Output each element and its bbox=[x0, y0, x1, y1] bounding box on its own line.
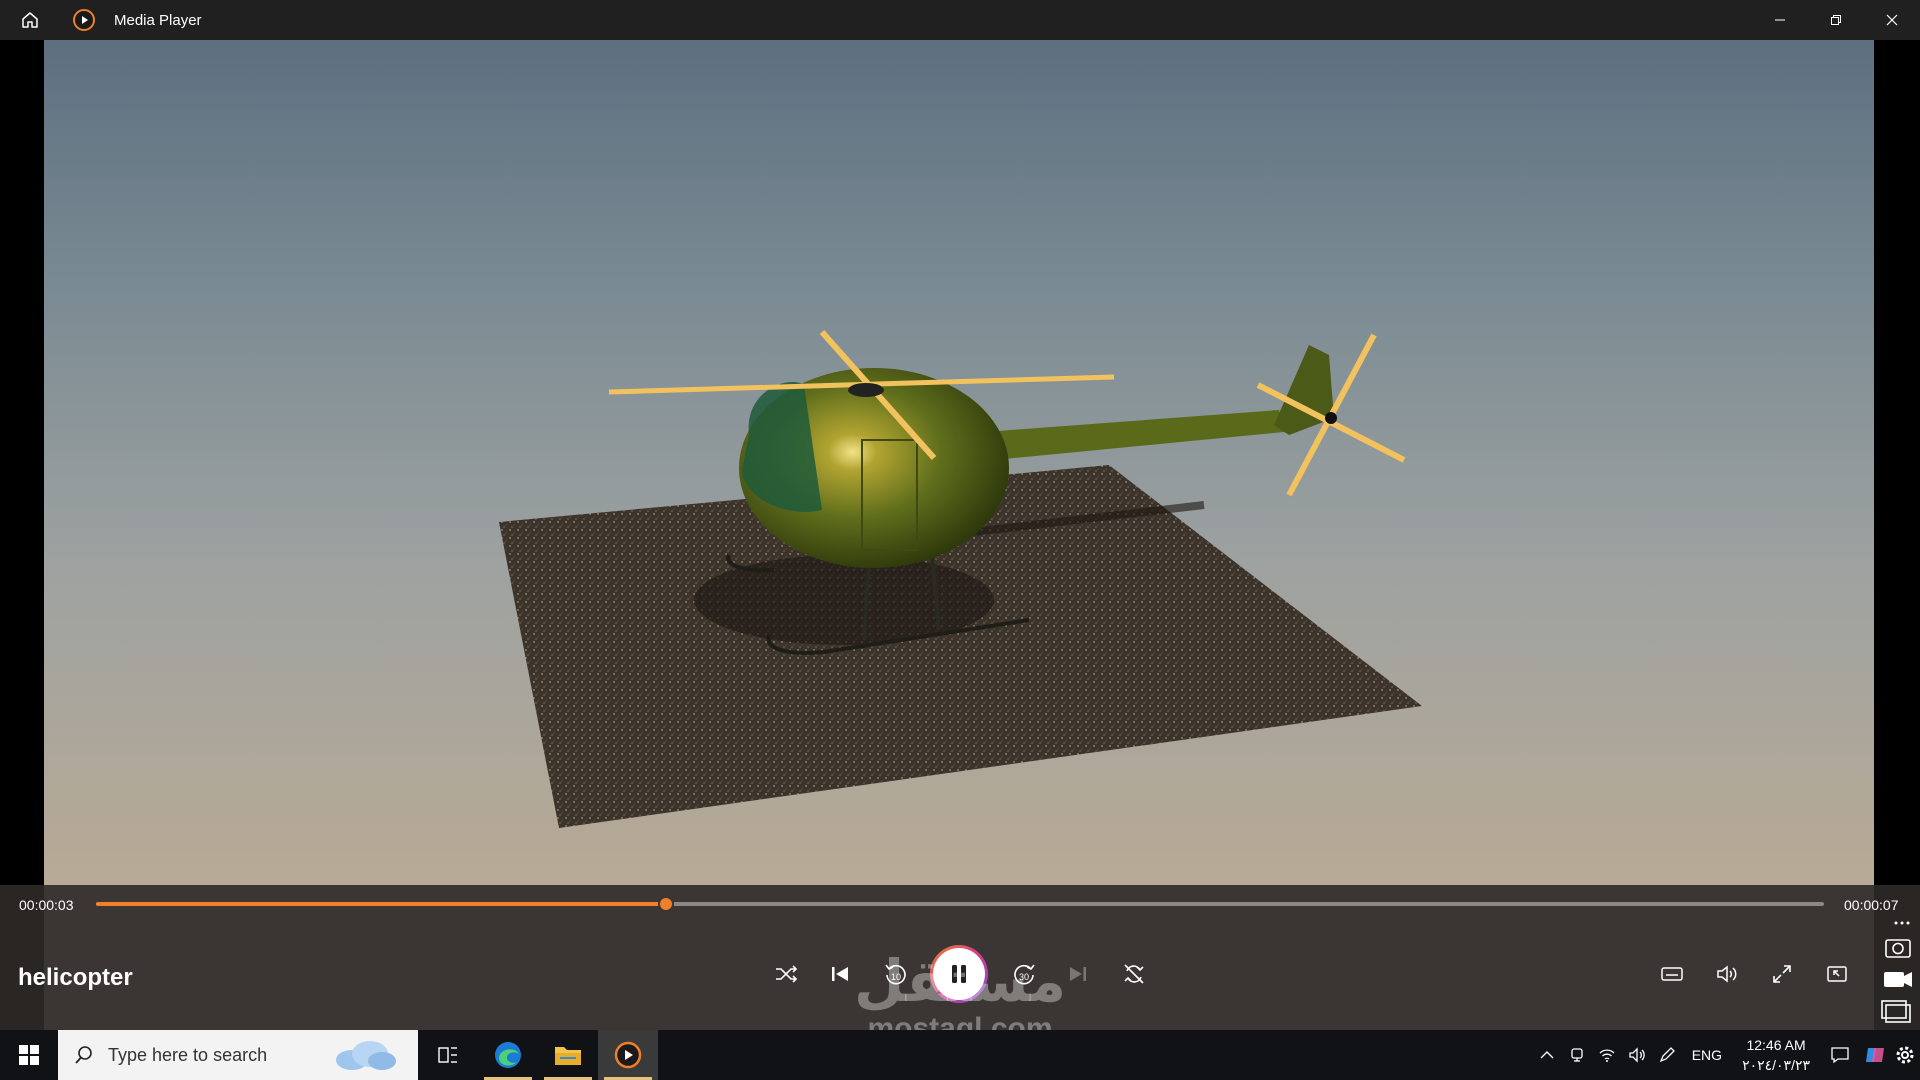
close-button[interactable] bbox=[1864, 0, 1920, 40]
media-title: helicopter bbox=[18, 964, 133, 991]
speaker-icon bbox=[1629, 1047, 1645, 1063]
video-frame[interactable] bbox=[44, 40, 1874, 885]
seek-bar[interactable] bbox=[96, 896, 1824, 912]
pen-button[interactable] bbox=[1652, 1030, 1682, 1080]
fullscreen-icon bbox=[1773, 965, 1791, 983]
media-player-window: Media Player 00:00:03 00:00:07 helicopte… bbox=[0, 0, 1920, 1045]
minimize-icon bbox=[1775, 19, 1785, 21]
meet-now-button[interactable] bbox=[1562, 1030, 1592, 1080]
taskbar: Type here to search ENG 12:46 AM ٢٠٢٤/٠٣… bbox=[0, 1030, 1920, 1080]
cloud-icon bbox=[336, 1041, 396, 1070]
search-placeholder: Type here to search bbox=[108, 1044, 268, 1065]
taskbar-file-explorer[interactable] bbox=[538, 1030, 598, 1080]
more-icon[interactable] bbox=[1894, 921, 1910, 925]
volume-button[interactable] bbox=[1705, 952, 1749, 996]
helicopter-scene-image bbox=[499, 330, 1422, 828]
repeat-button[interactable] bbox=[1112, 952, 1156, 996]
search-icon bbox=[75, 1046, 92, 1064]
start-button[interactable] bbox=[0, 1030, 58, 1080]
close-icon bbox=[1886, 14, 1898, 26]
capture-toolbar bbox=[1874, 910, 1920, 1030]
captions-icon bbox=[1661, 967, 1683, 981]
copilot-icon bbox=[1866, 1048, 1884, 1062]
copilot-button[interactable] bbox=[1860, 1030, 1890, 1080]
media-player-icon bbox=[614, 1041, 642, 1069]
captions-button[interactable] bbox=[1650, 952, 1694, 996]
shuffle-icon bbox=[776, 965, 798, 983]
windows-icon[interactable] bbox=[1881, 1000, 1911, 1023]
notifications-button[interactable] bbox=[1820, 1030, 1860, 1080]
seek-progress bbox=[96, 902, 667, 906]
mini-player-icon bbox=[1827, 966, 1847, 982]
current-time: 00:00:03 bbox=[19, 897, 74, 913]
pen-icon bbox=[1659, 1047, 1675, 1063]
webcam-icon bbox=[1571, 1048, 1583, 1062]
camera-icon[interactable] bbox=[1885, 939, 1911, 958]
folder-icon bbox=[555, 1047, 581, 1065]
volume-icon bbox=[1717, 965, 1737, 983]
task-view-icon bbox=[438, 1047, 457, 1063]
home-button[interactable] bbox=[0, 0, 60, 40]
volume-tray-button[interactable] bbox=[1622, 1030, 1652, 1080]
clock[interactable]: 12:46 AM ٢٠٢٤/٠٣/٢٣ bbox=[1732, 1035, 1820, 1075]
repeat-off-icon bbox=[1124, 964, 1144, 984]
app-icon bbox=[64, 0, 104, 40]
input-language[interactable]: ENG bbox=[1682, 1047, 1732, 1063]
task-view-button[interactable] bbox=[418, 1030, 478, 1080]
wifi-icon bbox=[1599, 1049, 1615, 1062]
clock-date: ٢٠٢٤/٠٣/٢٣ bbox=[1742, 1057, 1810, 1073]
notification-icon bbox=[1831, 1047, 1849, 1064]
gear-icon bbox=[1896, 1046, 1914, 1064]
taskbar-search[interactable]: Type here to search bbox=[58, 1030, 418, 1080]
minimize-button[interactable] bbox=[1752, 0, 1808, 40]
chevron-up-icon bbox=[1540, 1051, 1554, 1059]
restore-button[interactable] bbox=[1808, 0, 1864, 40]
edge-icon bbox=[495, 1042, 521, 1068]
mini-player-button[interactable] bbox=[1815, 952, 1859, 996]
video-camera-icon[interactable] bbox=[1884, 972, 1912, 987]
network-button[interactable] bbox=[1592, 1030, 1622, 1080]
taskbar-edge[interactable] bbox=[478, 1030, 538, 1080]
fullscreen-button[interactable] bbox=[1760, 952, 1804, 996]
title-bar: Media Player bbox=[0, 0, 1920, 40]
window-title: Media Player bbox=[114, 11, 202, 29]
clock-time: 12:46 AM bbox=[1746, 1037, 1806, 1053]
restore-icon bbox=[1831, 15, 1841, 25]
show-hidden-icons-button[interactable] bbox=[1532, 1030, 1562, 1080]
taskbar-media-player[interactable] bbox=[598, 1030, 658, 1080]
home-icon bbox=[22, 12, 38, 28]
settings-button[interactable] bbox=[1890, 1030, 1920, 1080]
watermark-arabic: مستقل bbox=[853, 947, 1067, 1015]
shuffle-button[interactable] bbox=[764, 952, 808, 996]
system-tray: ENG 12:46 AM ٢٠٢٤/٠٣/٢٣ bbox=[1532, 1030, 1920, 1080]
windows-logo-icon bbox=[19, 1045, 39, 1065]
